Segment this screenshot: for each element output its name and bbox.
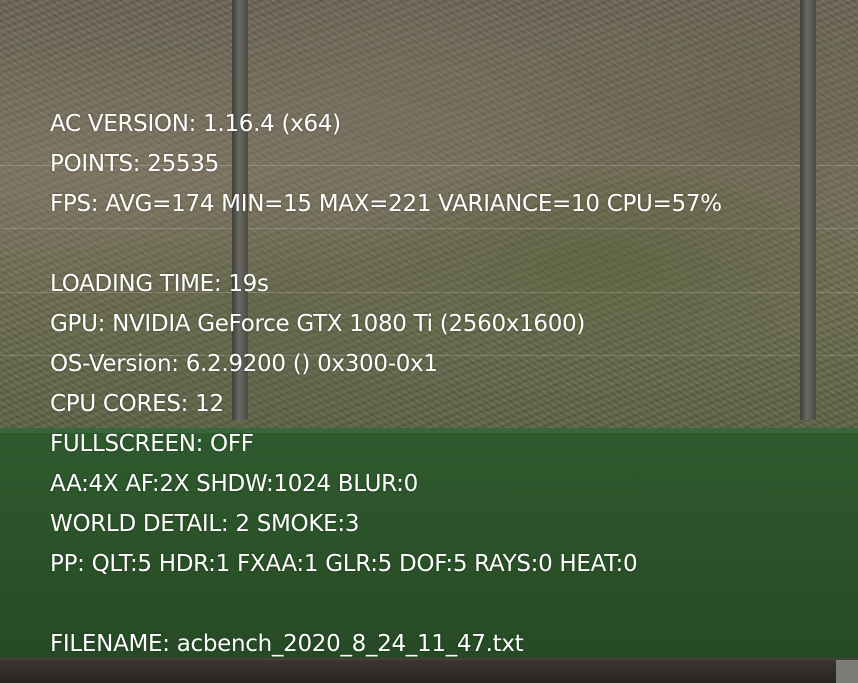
loading-time-line: LOADING TIME: 19s (50, 271, 269, 297)
ac-version-line: AC VERSION: 1.16.4 (x64) (50, 111, 341, 137)
fps-line: FPS: AVG=174 MIN=15 MAX=221 VARIANCE=10 … (50, 191, 722, 217)
pp-settings-line: PP: QLT:5 HDR:1 FXAA:1 GLR:5 DOF:5 RAYS:… (50, 551, 638, 577)
cpu-cores-line: CPU CORES: 12 (50, 391, 224, 417)
benchmark-results-overlay: AC VERSION: 1.16.4 (x64) POINTS: 25535 F… (50, 104, 722, 664)
filename-line: FILENAME: acbench_2020_8_24_11_47.txt (50, 631, 524, 657)
aa-settings-line: AA:4X AF:2X SHDW:1024 BLUR:0 (50, 471, 418, 497)
fullscreen-line: FULLSCREEN: OFF (50, 431, 254, 457)
corner-post (836, 660, 858, 683)
points-line: POINTS: 25535 (50, 151, 219, 177)
os-version-line: OS-Version: 6.2.9200 () 0x300-0x1 (50, 351, 438, 377)
fence-post (800, 0, 816, 420)
gpu-line: GPU: NVIDIA GeForce GTX 1080 Ti (2560x16… (50, 311, 586, 337)
world-detail-line: WORLD DETAIL: 2 SMOKE:3 (50, 511, 360, 537)
